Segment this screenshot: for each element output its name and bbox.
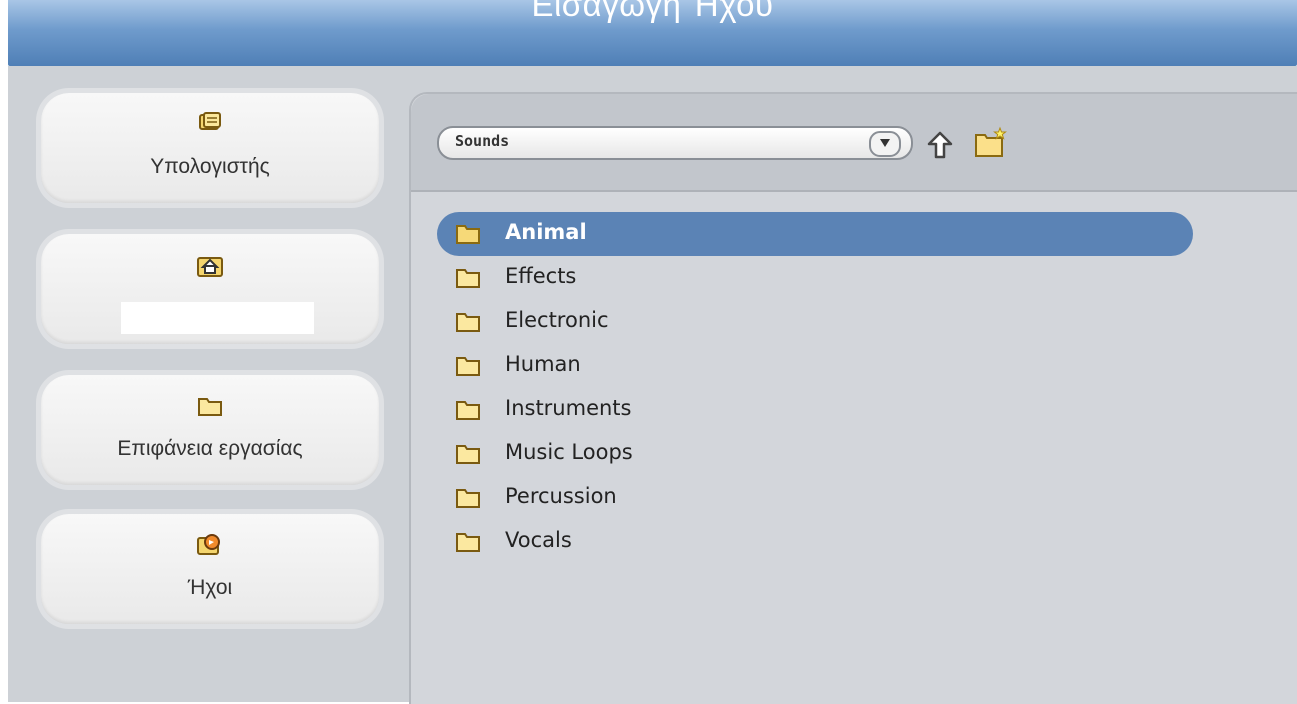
location-dropdown[interactable]: Sounds [437,126,913,160]
sounds-icon [41,530,379,558]
folder-icon [41,395,379,423]
computer-label: Υπολογιστής [150,155,270,178]
home-button[interactable] [41,234,379,344]
folder-item-music-loops[interactable]: Music Loops [437,432,1193,476]
new-folder-button[interactable] [974,126,1008,158]
folder-name: Effects [505,264,577,288]
title-bar: Εισαγωγή Ήχου [8,0,1297,66]
new-folder-icon [975,126,1007,157]
folder-name: Electronic [505,308,609,332]
folder-item-effects[interactable]: Effects [437,256,1193,300]
computer-button[interactable]: Υπολογιστής [41,93,379,203]
sounds-label: Ήχοι [187,576,233,599]
computer-icon [41,111,379,139]
home-icon [41,250,379,278]
file-browser-toolbar: Sounds [411,94,1297,192]
folder-icon [455,399,481,425]
folder-icon [455,443,481,469]
folder-name: Instruments [505,396,632,420]
file-browser-panel: Sounds Animal Effects Electronic Human I… [409,92,1297,704]
folder-item-percussion[interactable]: Percussion [437,476,1193,520]
folder-name: Human [505,352,581,376]
up-arrow-icon [927,131,953,159]
desktop-button[interactable]: Επιφάνεια εργασίας [41,375,379,485]
folder-icon [455,531,481,557]
desktop-label: Επιφάνεια εργασίας [117,437,303,460]
folder-item-vocals[interactable]: Vocals [437,520,1193,564]
folder-icon [455,223,481,249]
folder-icon [455,487,481,513]
sounds-button[interactable]: Ήχοι [41,514,379,624]
folder-icon [455,267,481,293]
location-value: Sounds [455,132,510,150]
folder-name: Percussion [505,484,617,508]
folder-item-animal[interactable]: Animal [437,212,1193,256]
folder-icon [455,311,481,337]
dropdown-arrow-icon[interactable] [869,131,901,157]
dialog-title: Εισαγωγή Ήχου [531,0,774,23]
folder-item-electronic[interactable]: Electronic [437,300,1193,344]
up-folder-button[interactable] [925,130,955,160]
folder-item-human[interactable]: Human [437,344,1193,388]
folder-name: Vocals [505,528,572,552]
folder-name: Music Loops [505,440,633,464]
home-label [121,302,314,334]
folder-item-instruments[interactable]: Instruments [437,388,1193,432]
folder-icon [455,355,481,381]
folder-name: Animal [505,220,587,244]
